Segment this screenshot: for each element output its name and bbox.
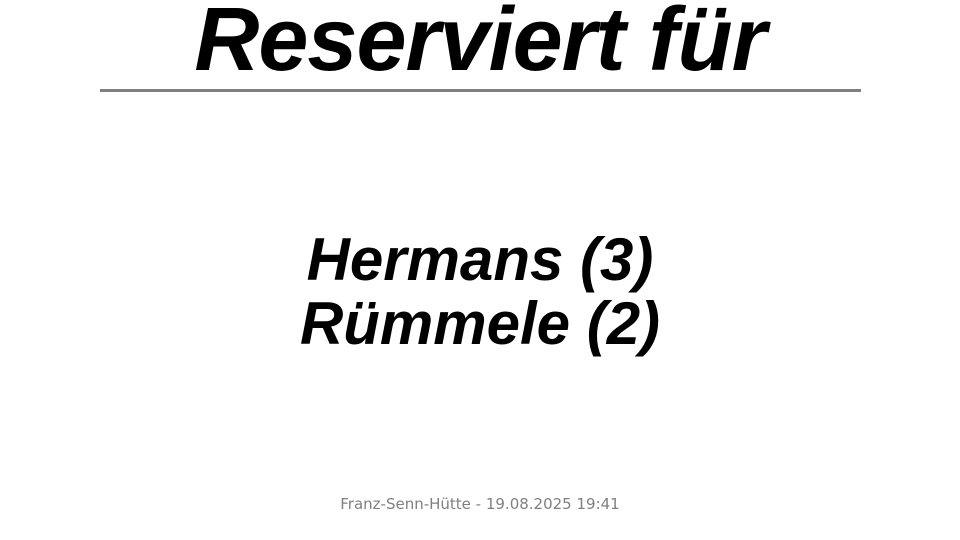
- reservation-list: Hermans (3) Rümmele (2): [0, 228, 960, 356]
- page-title: Reserviert für: [194, 0, 766, 90]
- reservation-display: Reserviert für Hermans (3) Rümmele (2) F…: [0, 0, 960, 540]
- footer-location-timestamp: Franz-Senn-Hütte - 19.08.2025 19:41: [340, 495, 620, 513]
- reservation-name: Rümmele (2): [299, 290, 661, 357]
- reservation-name: Hermans (3): [306, 226, 654, 293]
- title-divider: [100, 89, 861, 92]
